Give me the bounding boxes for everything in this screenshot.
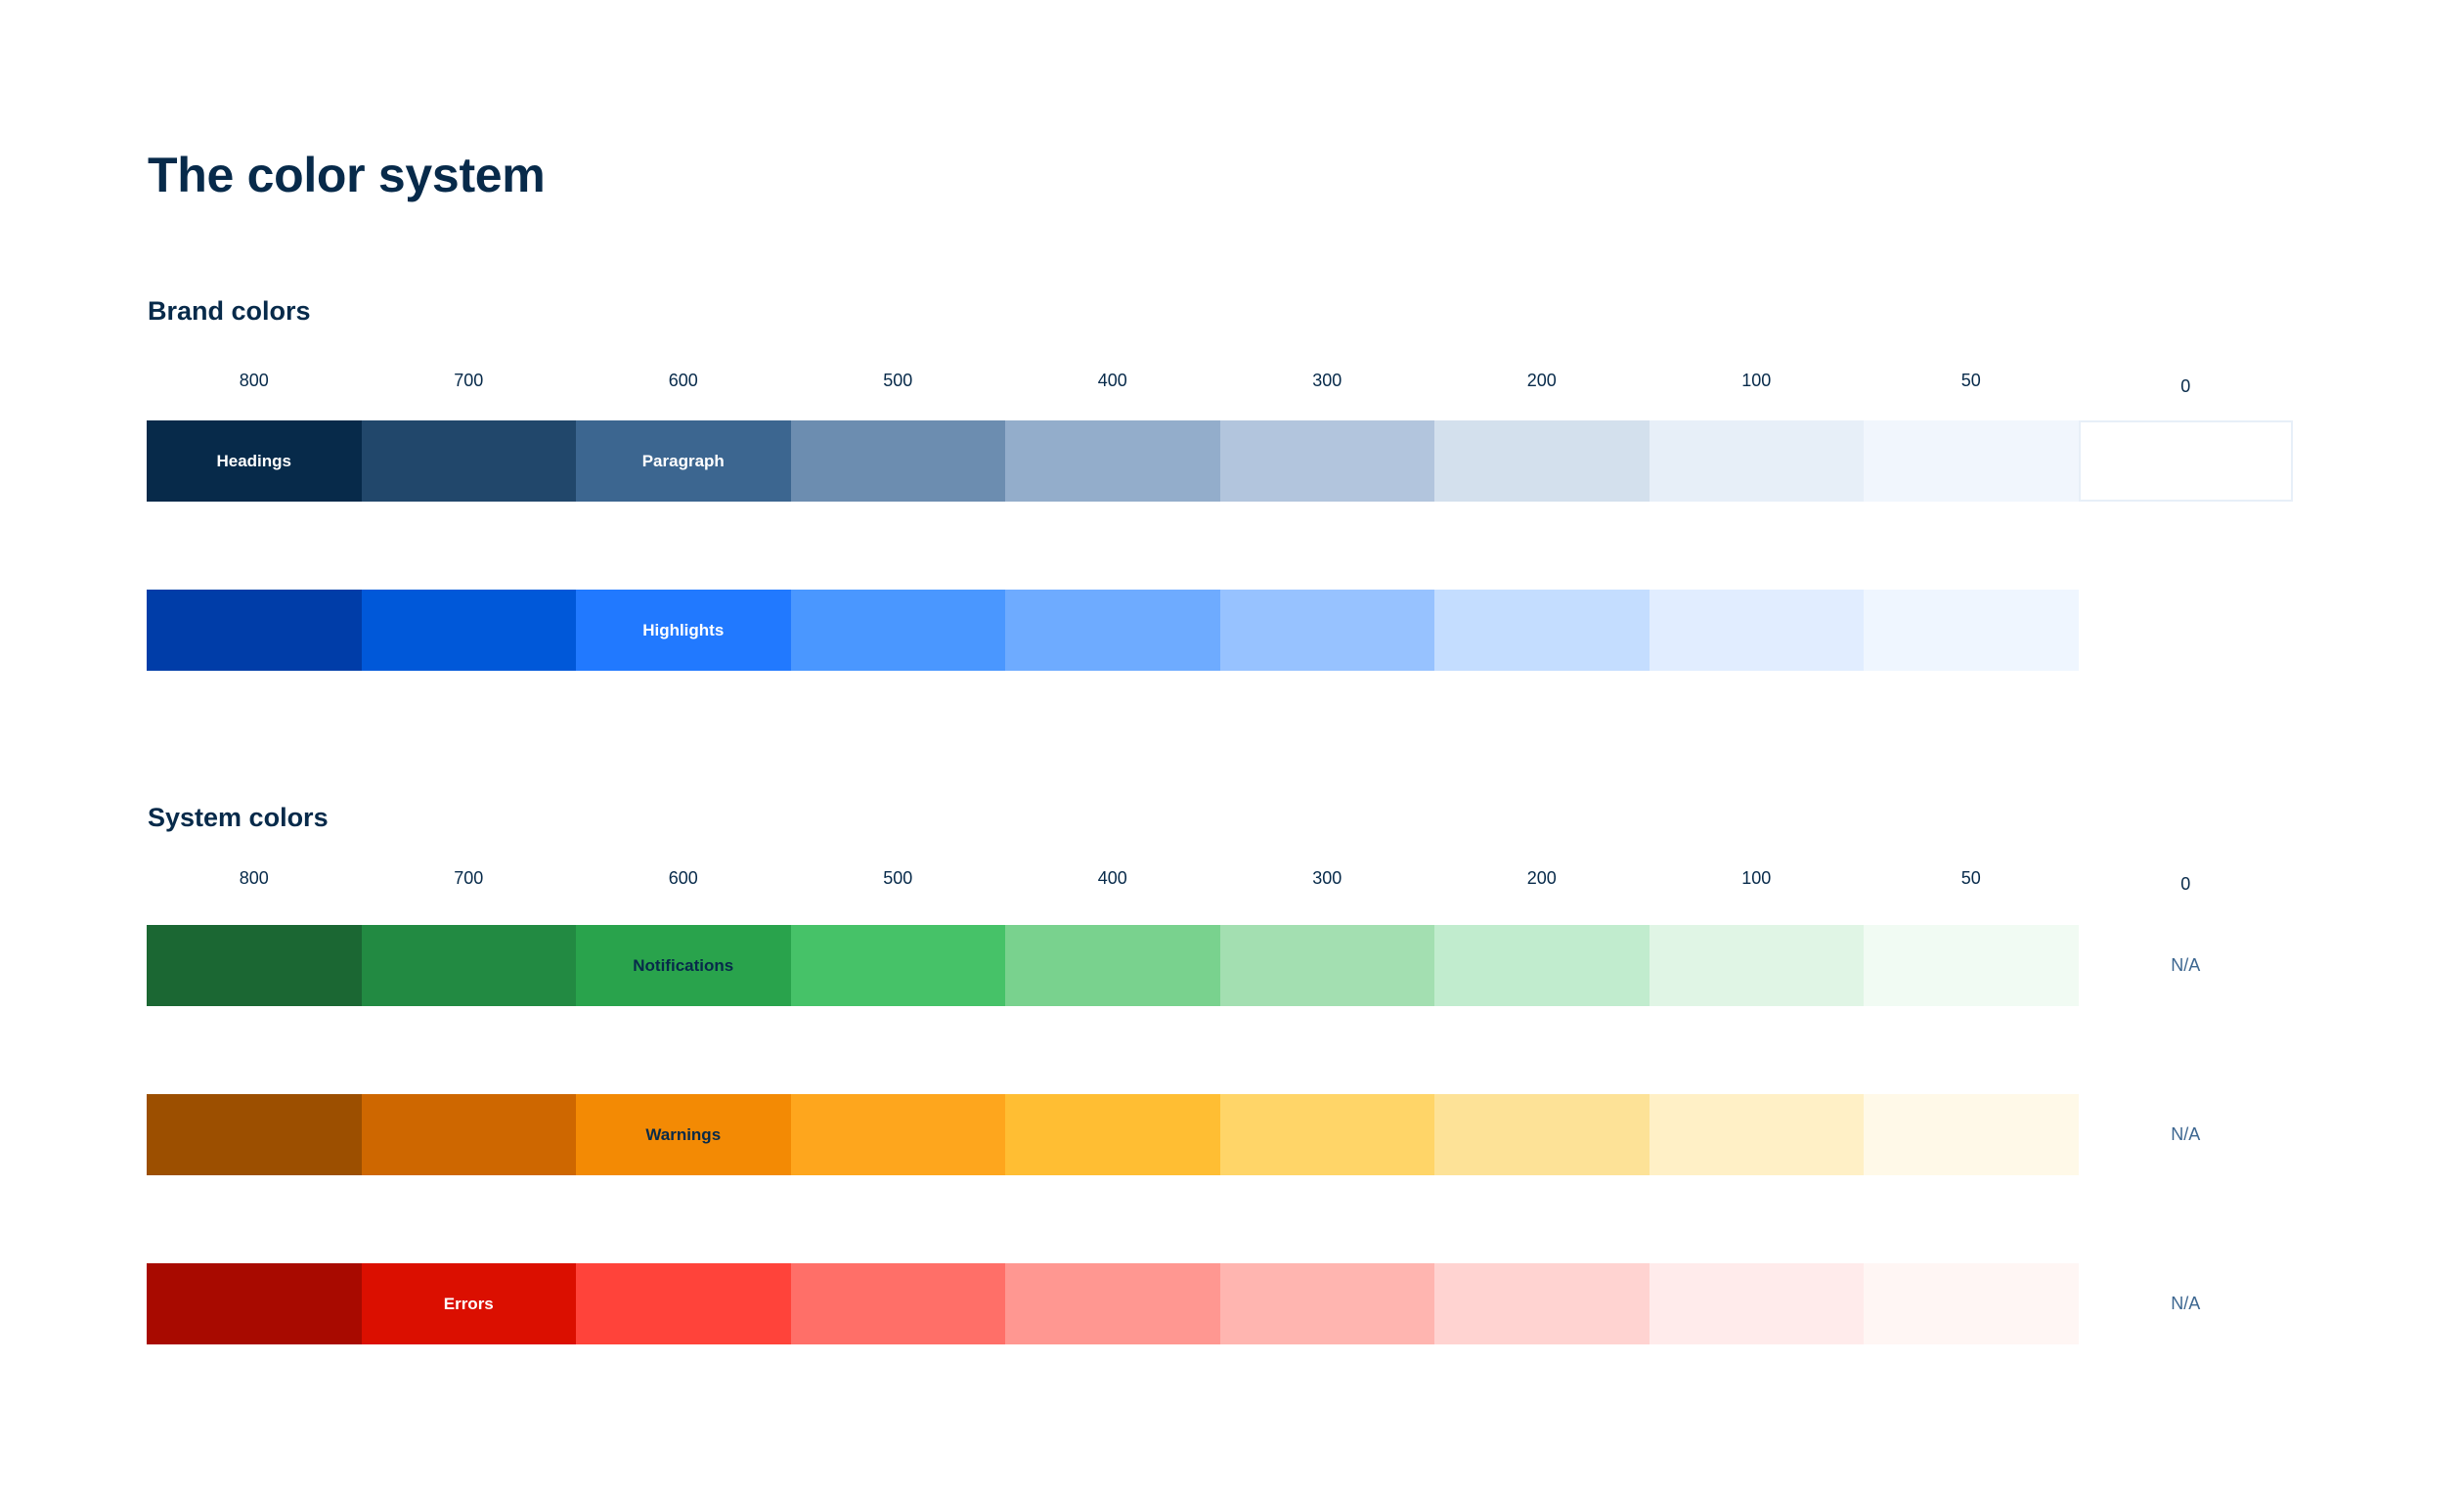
brand-shade-label-50: 50 [1960,371,1981,390]
navy-swatch-300[interactable] [1219,420,1434,502]
brand-shade-label-100: 100 [1741,371,1772,390]
green-swatch-50[interactable] [1864,925,2079,1006]
brand-shade-scale: 800 700 600 500 400 300 200 100 50 0 [147,369,2294,396]
red-palette-row: Errors N/A [147,1263,2294,1344]
system-shade-label-200: 200 [1526,868,1557,888]
system-colors-heading: System colors [148,803,329,832]
blue-swatch-700[interactable] [361,590,576,671]
navy-swatch-100[interactable] [1649,420,1864,502]
brand-shade-label-400: 400 [1097,371,1127,390]
blue-swatch-500[interactable] [790,590,1005,671]
red-swatch-300[interactable] [1219,1263,1434,1344]
brand-shade-label-700: 700 [454,371,484,390]
system-shade-label-400: 400 [1097,868,1127,888]
brand-shade-label-300: 300 [1312,371,1342,390]
green-swatch-600[interactable]: Notifications [576,925,791,1006]
system-shade-label-700: 700 [454,868,484,888]
red-swatch-50[interactable] [1864,1263,2079,1344]
system-shade-label-50: 50 [1960,868,1981,888]
green-swatch-400[interactable] [1005,925,1220,1006]
brand-shade-label-500: 500 [883,371,913,390]
system-shade-label-0: 0 [2180,874,2191,894]
orange-swatch-50[interactable] [1864,1094,2079,1175]
navy-swatch-200[interactable] [1434,420,1650,502]
system-shade-label-300: 300 [1312,868,1342,888]
navy-swatch-50[interactable] [1864,420,2079,502]
red-usage-label: Errors [443,1294,494,1313]
green-swatch-700[interactable] [361,925,576,1006]
blue-usage-label: Highlights [642,620,725,639]
brand-shade-label-600: 600 [668,371,698,390]
blue-swatch-300[interactable] [1219,590,1434,671]
green-swatch-200[interactable] [1434,925,1650,1006]
red-swatch-700[interactable]: Errors [361,1263,576,1344]
navy-usage-label: Paragraph [641,451,725,470]
navy-usage-label: Headings [216,451,292,470]
orange-swatch-400[interactable] [1005,1094,1220,1175]
navy-swatch-700[interactable] [361,420,576,502]
navy-swatch-400[interactable] [1005,420,1220,502]
orange-swatch-700[interactable] [361,1094,576,1175]
system-shade-label-800: 800 [239,868,269,888]
red-swatch-400[interactable] [1005,1263,1220,1344]
navy-swatch-600[interactable]: Paragraph [576,420,791,502]
green-swatch-100[interactable] [1649,925,1864,1006]
blue-swatch-600[interactable]: Highlights [576,590,791,671]
orange-swatch-200[interactable] [1434,1094,1650,1175]
navy-swatch-800[interactable]: Headings [147,420,362,502]
page-title: The color system [148,148,546,202]
red-swatch-100[interactable] [1649,1263,1864,1344]
blue-swatch-100[interactable] [1649,590,1864,671]
blue-swatch-400[interactable] [1005,590,1220,671]
system-shade-scale: 800 700 600 500 400 300 200 100 50 0 [147,866,2294,894]
orange-zero-na-label: N/A [2171,1124,2201,1144]
navy-swatch-500[interactable] [790,420,1005,502]
red-swatch-200[interactable] [1434,1263,1650,1344]
system-shade-label-600: 600 [668,868,698,888]
blue-swatch-200[interactable] [1434,590,1650,671]
orange-swatch-800[interactable] [147,1094,362,1175]
orange-swatch-100[interactable] [1649,1094,1864,1175]
navy-swatch-0[interactable] [2078,420,2293,502]
blue-swatch-50[interactable] [1864,590,2079,671]
navy-palette-row: Headings Paragraph [147,420,2294,502]
brand-shade-label-0: 0 [2180,376,2191,396]
blue-swatch-800[interactable] [147,590,362,671]
green-palette-row: Notifications N/A [147,925,2294,1006]
system-shade-label-100: 100 [1741,868,1772,888]
orange-swatch-300[interactable] [1219,1094,1434,1175]
green-zero-na-label: N/A [2171,955,2201,975]
green-swatch-300[interactable] [1219,925,1434,1006]
red-swatch-800[interactable] [147,1263,362,1344]
orange-swatch-500[interactable] [790,1094,1005,1175]
brand-shade-label-200: 200 [1526,371,1557,390]
green-usage-label: Notifications [633,955,734,975]
orange-palette-row: Warnings N/A [147,1094,2294,1175]
green-swatch-800[interactable] [147,925,362,1006]
orange-swatch-600[interactable]: Warnings [576,1094,791,1175]
red-swatch-600[interactable] [576,1263,791,1344]
orange-usage-label: Warnings [645,1124,722,1144]
green-swatch-500[interactable] [790,925,1005,1006]
blue-palette-row: Highlights [147,590,2294,671]
brand-colors-heading: Brand colors [148,296,311,326]
brand-shade-label-800: 800 [239,371,269,390]
system-shade-label-500: 500 [883,868,913,888]
red-swatch-500[interactable] [790,1263,1005,1344]
red-zero-na-label: N/A [2171,1294,2201,1313]
